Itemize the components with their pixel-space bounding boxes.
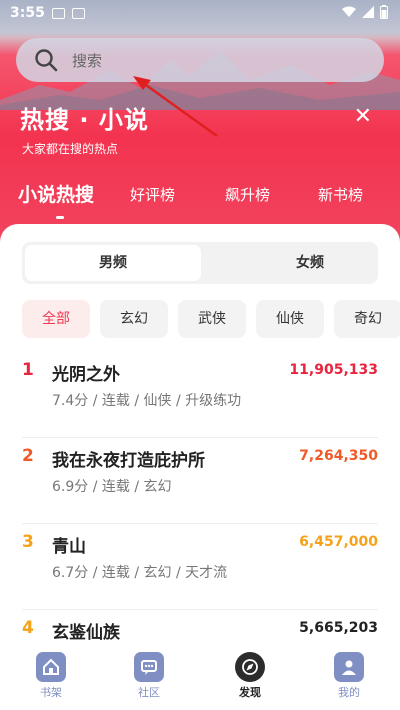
search-count: 11,905,133 bbox=[289, 362, 378, 378]
gallery-icon bbox=[52, 8, 65, 19]
search-count: 7,264,350 bbox=[299, 448, 378, 464]
nav-bookshelf[interactable]: 书架 bbox=[16, 652, 86, 700]
book-title: 我在永夜打造庇护所 bbox=[52, 451, 205, 471]
search-count: 6,457,000 bbox=[299, 534, 378, 550]
bottom-nav: 书架 社区 发现 我的 bbox=[0, 648, 400, 710]
tab-rising[interactable]: 飙升榜 bbox=[225, 184, 270, 205]
nav-label: 发现 bbox=[239, 686, 261, 699]
status-bar: 3:55 bbox=[0, 0, 400, 26]
close-icon[interactable]: ✕ bbox=[354, 104, 372, 129]
rank-number: 4 bbox=[22, 618, 34, 638]
search-count: 5,665,203 bbox=[299, 620, 378, 636]
compass-icon bbox=[235, 652, 265, 682]
wifi-icon bbox=[342, 6, 356, 17]
chip-qihuan[interactable]: 奇幻 bbox=[334, 300, 400, 338]
gender-male-option[interactable]: 男频 bbox=[25, 245, 201, 281]
bookshelf-icon bbox=[36, 652, 66, 682]
rank-number: 2 bbox=[22, 446, 34, 466]
gender-toggle: 男频 女频 bbox=[22, 242, 378, 284]
book-meta: 7.4分 / 连载 / 仙侠 / 升级练功 bbox=[52, 393, 242, 409]
rank-number: 3 bbox=[22, 532, 34, 552]
tab-new-books[interactable]: 新书榜 bbox=[318, 184, 363, 205]
nav-label: 我的 bbox=[338, 686, 360, 699]
status-time: 3:55 bbox=[10, 5, 45, 21]
list-item[interactable]: 2 我在永夜打造庇护所 6.9分 / 连载 / 玄幻 7,264,350 bbox=[22, 438, 378, 524]
list-item[interactable]: 1 光阴之外 7.4分 / 连载 / 仙侠 / 升级练功 11,905,133 bbox=[22, 352, 378, 438]
book-title: 青山 bbox=[52, 537, 86, 557]
tab-top-rated[interactable]: 好评榜 bbox=[130, 184, 175, 205]
book-title: 光阴之外 bbox=[52, 365, 120, 385]
chip-all[interactable]: 全部 bbox=[22, 300, 90, 338]
a-icon bbox=[72, 8, 85, 19]
annotation-arrow bbox=[133, 76, 218, 138]
nav-community[interactable]: 社区 bbox=[114, 652, 184, 700]
rank-number: 1 bbox=[22, 360, 34, 380]
book-meta: 6.7分 / 连载 / 玄幻 / 天才流 bbox=[52, 565, 228, 581]
search-placeholder: 搜索 bbox=[72, 51, 103, 70]
tab-bar: 小说热搜 好评榜 飙升榜 新书榜 bbox=[0, 180, 400, 220]
tab-novel-hot[interactable]: 小说热搜 bbox=[18, 180, 94, 207]
status-right bbox=[342, 5, 388, 19]
nav-discover[interactable]: 发现 bbox=[215, 652, 285, 700]
chip-xianxia[interactable]: 仙侠 bbox=[256, 300, 324, 338]
content-card: 男频 女频 全部 玄幻 武侠 仙侠 奇幻 1 光阴之外 7.4分 / 连载 / … bbox=[0, 224, 400, 654]
gender-female-option[interactable]: 女频 bbox=[222, 245, 398, 281]
nav-label: 书架 bbox=[40, 686, 62, 699]
search-icon bbox=[35, 49, 58, 72]
chip-xuanhuan[interactable]: 玄幻 bbox=[100, 300, 168, 338]
chip-wuxia[interactable]: 武侠 bbox=[178, 300, 246, 338]
tab-indicator bbox=[56, 216, 64, 219]
signal-icon bbox=[362, 6, 374, 18]
battery-icon bbox=[380, 5, 388, 19]
nav-profile[interactable]: 我的 bbox=[314, 652, 384, 700]
book-title: 玄鉴仙族 bbox=[52, 623, 120, 643]
nav-label: 社区 bbox=[138, 686, 160, 699]
page-subtitle: 大家都在搜的热点 bbox=[22, 142, 119, 156]
book-meta: 6.9分 / 连载 / 玄幻 bbox=[52, 479, 172, 495]
category-chips: 全部 玄幻 武侠 仙侠 奇幻 bbox=[22, 300, 400, 338]
profile-icon bbox=[334, 652, 364, 682]
community-icon bbox=[134, 652, 164, 682]
list-item[interactable]: 3 青山 6.7分 / 连载 / 玄幻 / 天才流 6,457,000 bbox=[22, 524, 378, 610]
